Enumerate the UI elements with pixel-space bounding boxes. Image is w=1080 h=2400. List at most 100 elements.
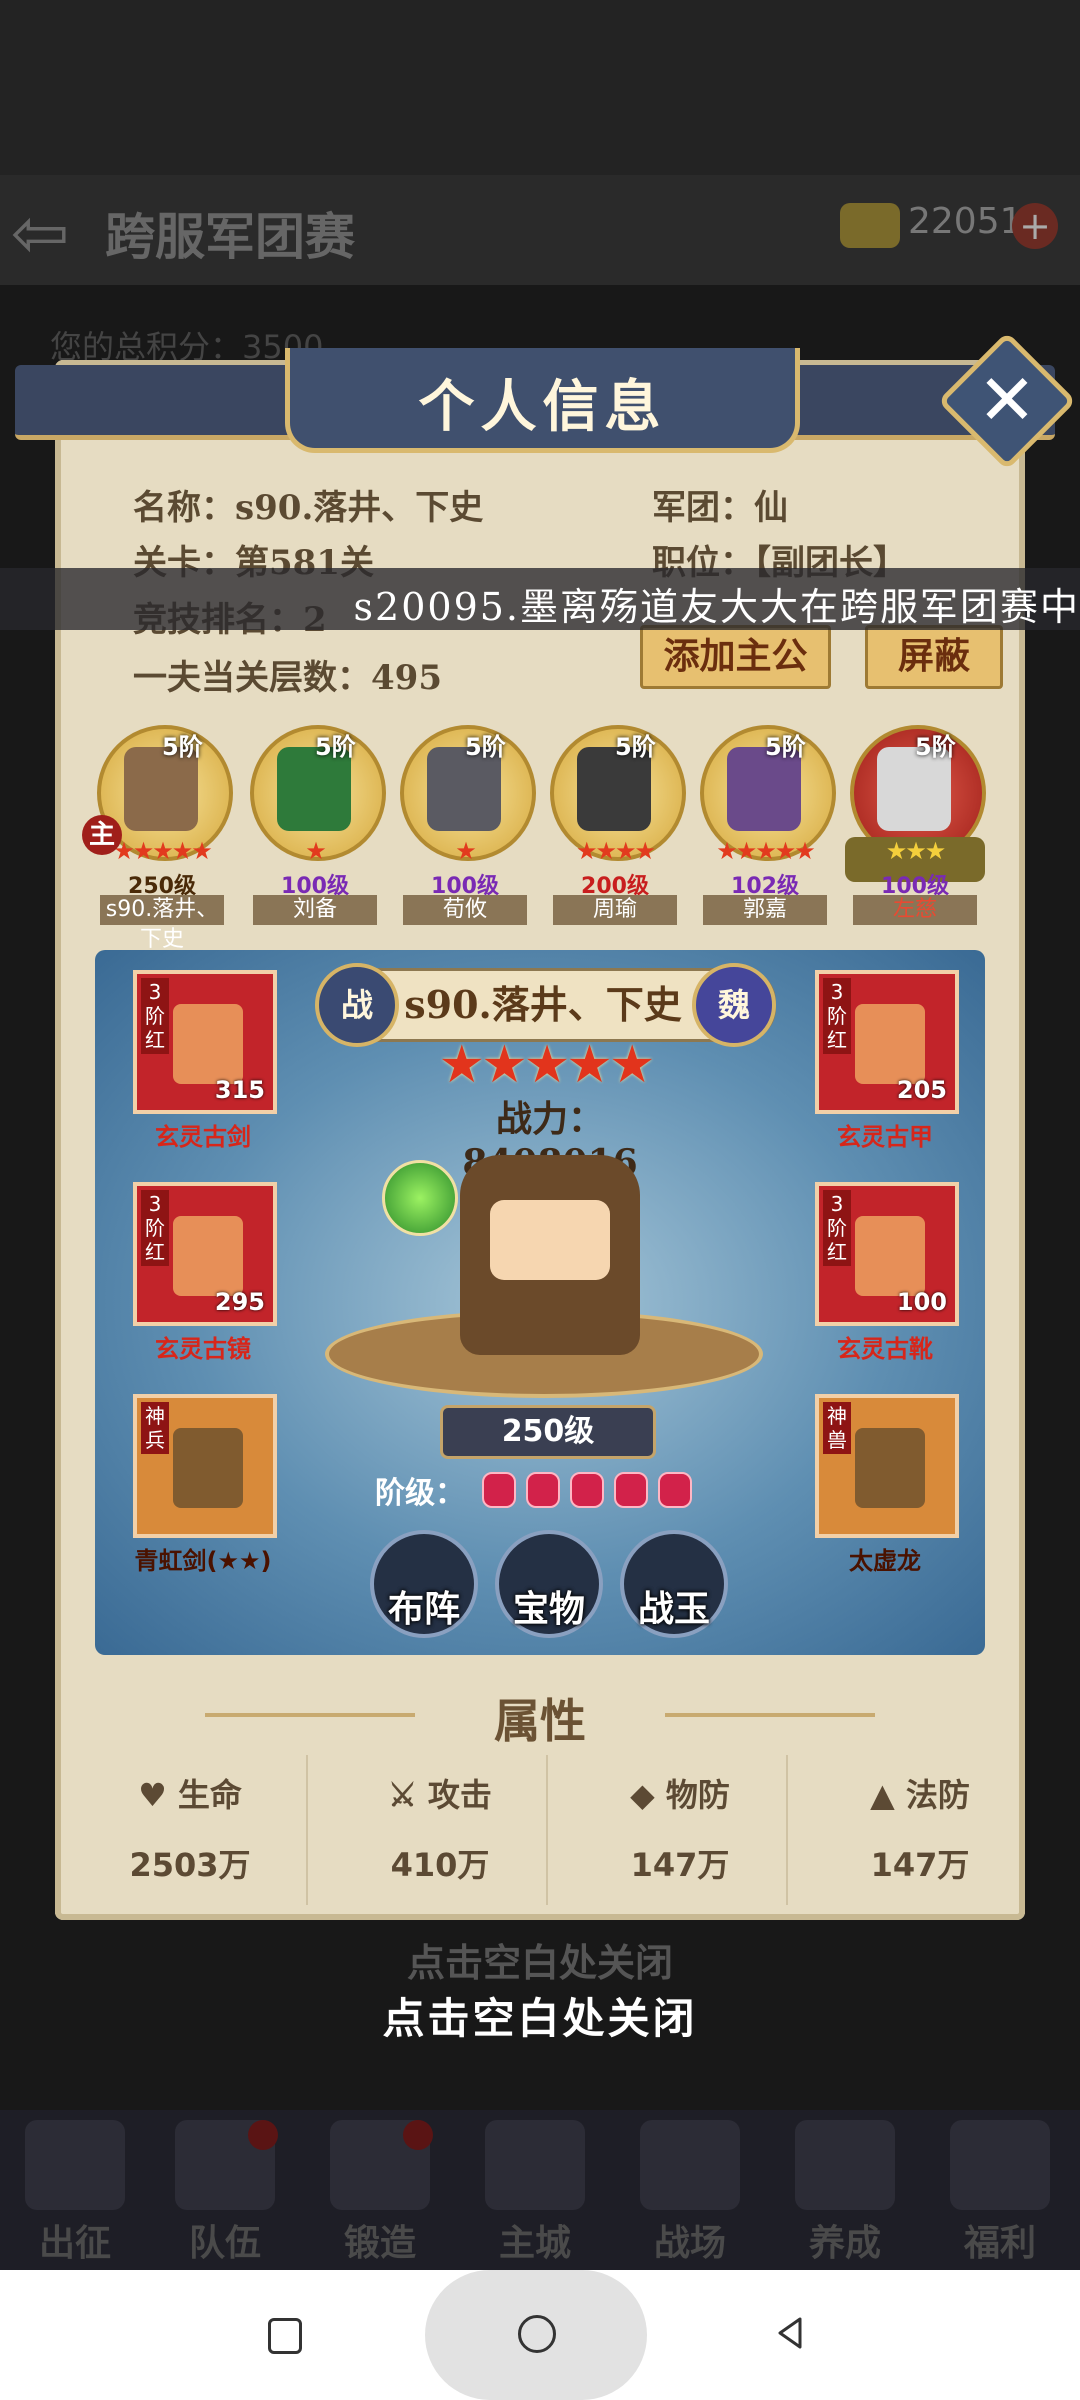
equip-tier-tag: 3阶红	[823, 978, 851, 1054]
name-label: 名称：	[133, 488, 235, 528]
legion-label: 军团：	[652, 488, 754, 528]
nav-item-forge[interactable]: 锻造	[315, 2120, 445, 2265]
nav-item-expedition[interactable]: 出征	[10, 2120, 140, 2265]
hero-rank: 5阶	[915, 733, 956, 761]
equip-slot-mirror[interactable]: 3阶红 295	[133, 1182, 277, 1326]
helmet-icon: ▲	[870, 1776, 895, 1814]
recent-apps-icon[interactable]	[268, 2318, 302, 2354]
attributes-divider-left	[205, 1713, 415, 1717]
equip-value: 100	[896, 1288, 947, 1316]
gold-ingot-icon	[840, 203, 900, 248]
welfare-icon	[950, 2120, 1050, 2210]
player-name: s90.落井、下史	[235, 488, 484, 528]
equip-label: 玄灵古甲	[837, 1123, 933, 1151]
add-lord-button[interactable]: 添加主公	[640, 625, 831, 689]
add-gold-button[interactable]: +	[1012, 203, 1058, 249]
mirror-icon	[173, 1216, 243, 1296]
equip-label: 玄灵古镜	[155, 1335, 251, 1363]
equip-label: 太虚龙	[849, 1547, 921, 1575]
equip-slot-divine-weapon[interactable]: 神兵	[133, 1394, 277, 1538]
nav-item-welfare[interactable]: 福利	[935, 2120, 1065, 2265]
hero-rank: 5阶	[162, 733, 203, 761]
nav-item-battlefield[interactable]: 战场	[625, 2120, 755, 2265]
stage-gem-icon	[658, 1472, 692, 1508]
hero-name: 荀攸	[403, 895, 527, 925]
equip-slot-armor[interactable]: 3阶红 205	[815, 970, 959, 1114]
divine-sword-icon	[173, 1428, 243, 1508]
hero-slot[interactable]: 5阶 ★ 100级 荀攸	[395, 725, 536, 925]
nav-item-develop[interactable]: 养成	[780, 2120, 910, 2265]
equip-tier-tag: 神兵	[141, 1402, 169, 1454]
hero-rank: 5阶	[765, 733, 806, 761]
page-header: ⇦ 跨服军团赛 22051 +	[0, 175, 1080, 285]
notification-dot	[403, 2120, 433, 2150]
back-icon[interactable]: ⇦	[0, 193, 80, 273]
treasure-label: 宝物	[512, 1589, 585, 1630]
equip-slot-boots[interactable]: 3阶红 100	[815, 1182, 959, 1326]
attribute-attack: ⚔ 攻击 410万	[330, 1770, 550, 1886]
jade-gem-icon[interactable]	[382, 1160, 458, 1236]
equip-slot-divine-beast[interactable]: 神兽	[815, 1394, 959, 1538]
nav-item-main-city[interactable]: 主城	[470, 2120, 600, 2265]
attribute-value: 410万	[390, 1846, 490, 1884]
armor-icon	[855, 1004, 925, 1084]
attribute-hp: ♥ 生命 2503万	[80, 1770, 300, 1886]
equip-label: 青虹剑(★★)	[134, 1547, 272, 1575]
hero-rank: 5阶	[465, 733, 506, 761]
hero-name: 刘备	[253, 895, 377, 925]
formation-label: 布阵	[387, 1589, 460, 1630]
attribute-label: 攻击	[427, 1776, 492, 1814]
attribute-magic-defense: ▲ 法防 147万	[810, 1770, 1030, 1886]
equip-value: 295	[214, 1288, 265, 1316]
faction-badge: 魏	[692, 963, 776, 1047]
boots-icon	[855, 1216, 925, 1296]
hero-stars: ★★★★★	[716, 837, 816, 865]
close-hint[interactable]: 点击空白处关闭	[0, 1985, 1080, 2046]
develop-icon	[795, 2120, 895, 2210]
hero-stars: ★	[455, 837, 477, 865]
hero-sprite-face	[490, 1200, 610, 1280]
stage-gem-icon	[570, 1472, 604, 1508]
stage-gem-icon	[526, 1472, 560, 1508]
hero-rank: 5阶	[615, 733, 656, 761]
bottom-nav: 出征 队伍 锻造 主城 战场 养成 福利	[0, 2110, 1080, 2270]
attributes-title: 属性	[494, 1694, 586, 1748]
equip-label: 玄灵古靴	[837, 1335, 933, 1363]
hero-stars: ★★★★	[575, 837, 656, 865]
war-jade-label: 战玉	[637, 1589, 710, 1630]
attribute-value: 147万	[630, 1846, 730, 1884]
hero-stars: ★	[305, 837, 327, 865]
column-divider	[546, 1755, 548, 1905]
close-hint-shadow: 点击空白处关闭	[406, 1941, 673, 1985]
legion-name: 仙	[754, 488, 788, 528]
attribute-value: 2503万	[129, 1846, 251, 1884]
column-divider	[786, 1755, 788, 1905]
hero-detail-level: 250级	[440, 1405, 656, 1459]
hero-slot[interactable]: 5阶 ★★★ 100级 左慈	[845, 725, 986, 925]
attribute-label: 物防	[665, 1776, 730, 1814]
back-nav-icon[interactable]	[772, 2315, 808, 2351]
hero-name: 郭嘉	[703, 895, 827, 925]
hero-slot[interactable]: 5阶 ★★★★★ 102级 郭嘉	[695, 725, 836, 925]
equip-value: 205	[896, 1076, 947, 1104]
hero-slot[interactable]: 5阶 ★★★★ 200级 周瑜	[545, 725, 686, 925]
stage-gem-icon	[482, 1472, 516, 1508]
hero-name: s90.落井、下史	[100, 895, 224, 952]
home-icon[interactable]	[518, 2315, 556, 2353]
column-divider	[306, 1755, 308, 1905]
close-icon[interactable]: ✕	[958, 352, 1056, 450]
nav-item-team[interactable]: 队伍	[160, 2120, 290, 2265]
battlefield-icon	[640, 2120, 740, 2210]
attribute-label: 生命	[177, 1776, 242, 1814]
horse-icon	[855, 1428, 925, 1508]
hero-detail-stars: ★★★★★	[438, 1035, 655, 1095]
paw-shield-icon: ◆	[630, 1776, 655, 1814]
city-icon	[485, 2120, 585, 2210]
tower-row: 一夫当关层数：495	[133, 650, 442, 699]
hero-slot[interactable]: 5阶 ★ 100级 刘备	[245, 725, 386, 925]
block-button[interactable]: 屏蔽	[865, 625, 1003, 689]
equip-tier-tag: 3阶红	[141, 1190, 169, 1266]
attribute-label: 法防	[905, 1776, 970, 1814]
equip-slot-sword[interactable]: 3阶红 315	[133, 970, 277, 1114]
equip-tier-tag: 3阶红	[141, 978, 169, 1054]
